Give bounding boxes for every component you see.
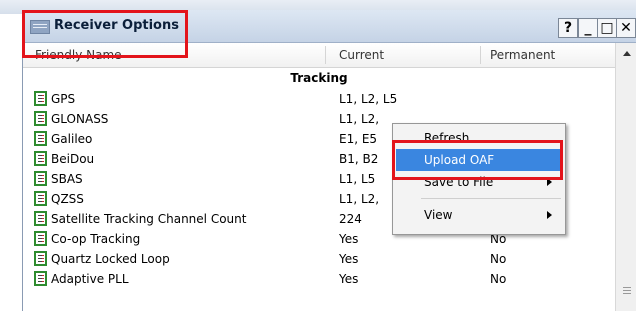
option-icon <box>34 191 47 206</box>
option-icon <box>34 151 47 166</box>
option-icon <box>34 271 47 286</box>
option-permanent: No <box>490 272 507 286</box>
option-current: L1, L5 <box>339 172 376 186</box>
option-permanent: No <box>490 252 507 266</box>
option-current: L1, L2, L5 <box>339 92 398 106</box>
upload-oaf-highlight-box <box>392 140 563 180</box>
option-name: Adaptive PLL <box>51 272 129 286</box>
column-divider[interactable] <box>480 46 481 64</box>
option-icon <box>34 111 47 126</box>
list-item[interactable]: GPS L1, L2, L5 <box>23 90 615 110</box>
maximize-button[interactable]: □ <box>597 18 617 38</box>
help-button[interactable]: ? <box>558 18 578 38</box>
option-name: BeiDou <box>51 152 95 166</box>
list-item[interactable]: Adaptive PLL Yes No <box>23 270 615 290</box>
submenu-arrow-icon <box>547 211 552 219</box>
column-header-permanent[interactable]: Permanent <box>490 48 555 62</box>
menu-item-view[interactable]: View <box>396 204 562 226</box>
option-name: GPS <box>51 92 76 106</box>
close-button[interactable]: ✕ <box>616 18 636 38</box>
option-icon <box>34 91 47 106</box>
option-current: Yes <box>339 272 359 286</box>
option-icon <box>34 251 47 266</box>
option-current: B1, B2 <box>339 152 379 166</box>
option-current: L1, L2, <box>339 192 380 206</box>
column-divider[interactable] <box>325 46 326 64</box>
menu-separator <box>421 198 561 199</box>
scroll-up-arrow-icon[interactable] <box>623 51 631 56</box>
option-current: L1, L2, <box>339 112 380 126</box>
option-name: Quartz Locked Loop <box>51 252 170 266</box>
scrollbar-grip-icon[interactable] <box>623 287 631 288</box>
option-name: Co-op Tracking <box>51 232 141 246</box>
option-current: 224 <box>339 212 362 226</box>
option-icon <box>34 131 47 146</box>
title-highlight-box <box>22 10 188 58</box>
list-item[interactable]: Quartz Locked Loop Yes No <box>23 250 615 270</box>
option-name: GLONASS <box>51 112 109 126</box>
minimize-button[interactable]: _ <box>578 18 598 38</box>
option-current: Yes <box>339 232 359 246</box>
option-icon <box>34 211 47 226</box>
option-current: E1, E5 <box>339 132 378 146</box>
menu-item-label: View <box>424 208 453 222</box>
column-header-current[interactable]: Current <box>339 48 384 62</box>
group-header-tracking: Tracking <box>290 71 348 85</box>
vertical-scrollbar[interactable] <box>615 43 636 311</box>
option-icon <box>34 171 47 186</box>
option-name: SBAS <box>51 172 83 186</box>
option-name: Galileo <box>51 132 93 146</box>
option-icon <box>34 231 47 246</box>
option-name: Satellite Tracking Channel Count <box>51 212 247 226</box>
option-name: QZSS <box>51 192 84 206</box>
option-current: Yes <box>339 252 359 266</box>
